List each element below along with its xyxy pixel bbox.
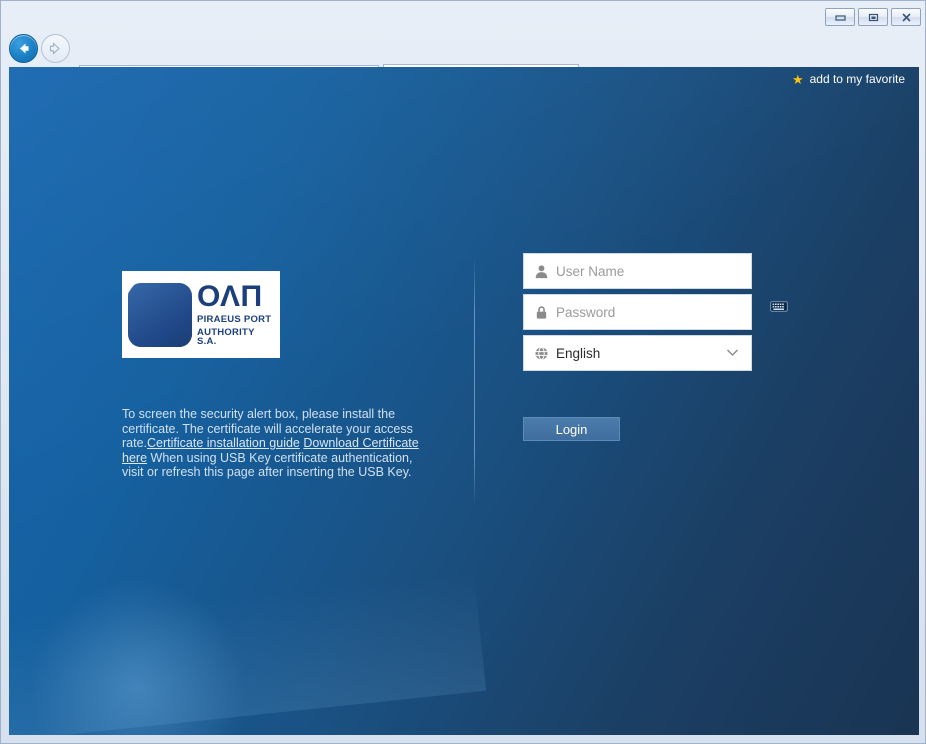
language-selected-value: English	[556, 345, 601, 361]
language-select[interactable]: English	[523, 335, 752, 371]
certificate-installation-guide-link[interactable]: Certificate installation guide	[147, 436, 300, 450]
restore-icon	[868, 13, 878, 21]
certificate-notice: To screen the security alert box, please…	[122, 407, 427, 480]
close-button[interactable]	[891, 8, 921, 26]
keyboard-icon[interactable]	[770, 300, 788, 313]
lock-icon	[533, 304, 549, 320]
forward-arrow-icon	[49, 42, 60, 55]
login-panel: ΟΛΠ PIRAEUS PORT AUTHORITY S.A. To scree…	[9, 67, 919, 735]
title-bar	[1, 1, 926, 31]
close-icon	[901, 12, 911, 22]
ppa-logo: ΟΛΠ PIRAEUS PORT AUTHORITY S.A.	[122, 271, 280, 358]
chevron-down-icon[interactable]	[726, 344, 739, 362]
ppa-logo-text: ΟΛΠ PIRAEUS PORT AUTHORITY S.A.	[197, 282, 274, 347]
status-bar	[9, 733, 919, 741]
username-field[interactable]	[523, 253, 752, 289]
password-field[interactable]	[523, 294, 788, 330]
window-controls	[825, 8, 921, 26]
restore-button[interactable]	[858, 8, 888, 26]
ppa-logo-mark-icon	[128, 282, 192, 347]
minimize-button[interactable]	[825, 8, 855, 26]
login-button[interactable]: Login	[523, 417, 620, 441]
page-viewport: ★ add to my favorite ΟΛΠ PIRAEUS PORT AU…	[9, 67, 919, 735]
user-icon	[533, 263, 549, 279]
globe-icon	[533, 345, 549, 361]
forward-button[interactable]	[41, 34, 70, 63]
browser-window: https://vpn.olp.gr/-custom/customlo	[0, 0, 926, 744]
certificate-notice-line-3: When using USB Key certificate authentic…	[122, 450, 413, 480]
logo-line-2: AUTHORITY S.A.	[197, 326, 255, 348]
username-input[interactable]	[556, 254, 751, 288]
back-arrow-icon	[20, 43, 29, 54]
logo-line-1: PIRAEUS PORT	[197, 314, 272, 326]
navigation-bar: https://vpn.olp.gr/-custom/customlo	[1, 31, 926, 93]
vertical-divider	[474, 257, 475, 507]
logo-acronym: ΟΛΠ	[197, 280, 263, 314]
password-input[interactable]	[556, 295, 751, 329]
minimize-icon	[834, 15, 846, 21]
back-button[interactable]	[9, 34, 38, 63]
login-form: English	[523, 253, 788, 376]
